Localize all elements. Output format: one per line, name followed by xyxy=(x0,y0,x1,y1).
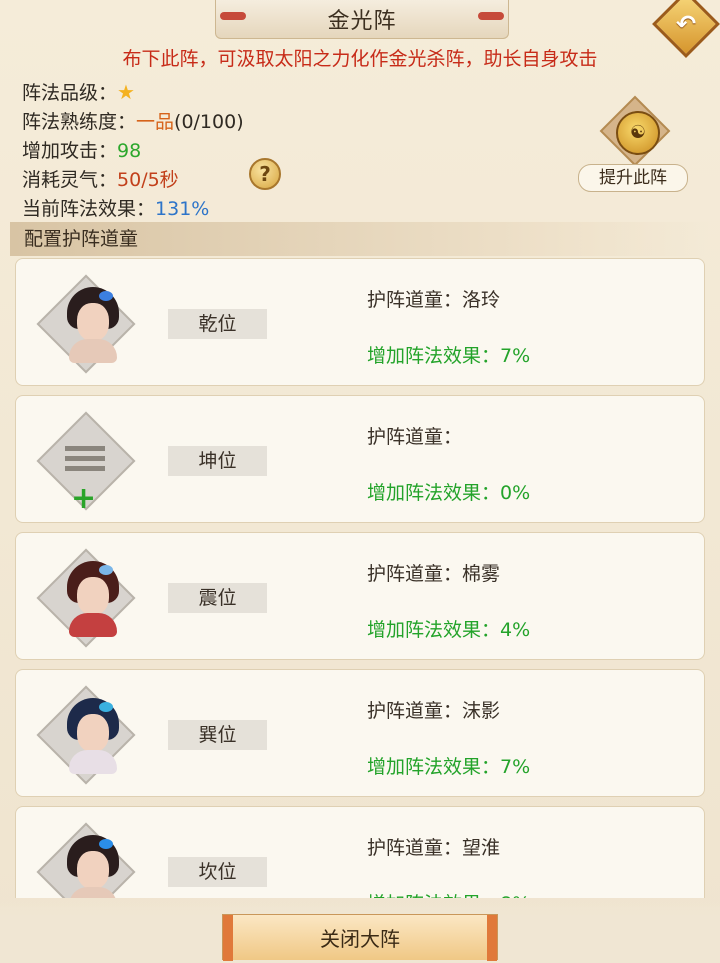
slot-card-kun[interactable]: + 坤位 护阵道童： 增加阵法效果：0% xyxy=(15,395,705,523)
guardian-effect: 增加阵法效果：0% xyxy=(367,482,531,504)
portrait-body xyxy=(69,339,117,363)
slot-card-xun[interactable]: 巽位 护阵道童：沫影 增加阵法效果：7% xyxy=(15,669,705,797)
cost-label: 消耗灵气： xyxy=(22,169,118,191)
upgrade-label: 提升此阵 xyxy=(578,164,688,192)
hair-ornament xyxy=(99,291,113,301)
guardian-portrait xyxy=(63,561,123,637)
grade-label: 阵法品级： xyxy=(22,82,118,104)
empty-slot-frame[interactable]: + xyxy=(36,411,136,514)
proficiency-value: (0/100) xyxy=(174,111,244,133)
attack-row: 增加攻击：98 xyxy=(22,137,244,166)
attack-value: 98 xyxy=(117,140,142,162)
slot-position: 坤位 xyxy=(168,446,267,476)
proficiency-row: 阵法熟练度：一品(0/100) xyxy=(22,108,244,137)
section-title: 配置护阵道童 xyxy=(10,222,710,256)
effect-label: 当前阵法效果： xyxy=(22,198,156,220)
attack-label: 增加攻击： xyxy=(22,140,118,162)
slot-card-zhen[interactable]: 震位 护阵道童：棉雾 增加阵法效果：4% xyxy=(15,532,705,660)
portrait-face xyxy=(77,714,109,752)
guardian-portrait xyxy=(63,287,123,363)
back-arrow-icon: ↶ xyxy=(675,9,697,38)
proficiency-rank: 一品 xyxy=(136,111,175,133)
portrait-body xyxy=(69,750,117,774)
hair-ornament xyxy=(99,565,113,575)
guardian-name: 护阵道童： xyxy=(367,426,463,448)
portrait-face xyxy=(77,303,109,341)
title-bar: 金光阵 xyxy=(215,0,509,39)
portrait-frame[interactable] xyxy=(36,685,136,785)
guardian-name: 护阵道童：洛玲 xyxy=(367,289,501,311)
hair-ornament xyxy=(99,702,113,712)
portrait-frame[interactable] xyxy=(36,548,136,648)
taiji-icon: ☯ xyxy=(616,111,660,155)
cost-value: 50/5秒 xyxy=(117,169,179,191)
guardian-name: 护阵道童：望淮 xyxy=(367,837,501,859)
guardian-slot-list[interactable]: 乾位 护阵道童：洛玲 增加阵法效果：7% + 坤位 护阵道童： 增加阵法效果：0… xyxy=(15,258,707,898)
portrait-frame[interactable] xyxy=(36,822,136,898)
portrait-face xyxy=(77,577,109,615)
portrait-body xyxy=(69,613,117,637)
formation-info: 阵法品级：★ 阵法熟练度：一品(0/100) 增加攻击：98 消耗灵气：50/5… xyxy=(22,78,244,224)
cost-row: 消耗灵气：50/5秒 xyxy=(22,166,244,195)
guardian-name: 护阵道童：沫影 xyxy=(367,700,501,722)
slot-position: 巽位 xyxy=(168,720,267,750)
guardian-effect: 增加阵法效果：4% xyxy=(367,619,531,641)
slot-card-kan[interactable]: 坎位 护阵道童：望淮 增加阵法效果：8% xyxy=(15,806,705,898)
slot-card-qian[interactable]: 乾位 护阵道童：洛玲 增加阵法效果：7% xyxy=(15,258,705,386)
hair-ornament xyxy=(99,839,113,849)
formation-panel: 金光阵 ↶ 布下此阵，可汲取太阳之力化作金光杀阵，助长自身攻击 阵法品级：★ 阵… xyxy=(0,0,720,961)
help-icon[interactable]: ? xyxy=(249,158,281,190)
upgrade-formation-button[interactable]: ☯ 提升此阵 xyxy=(578,95,688,194)
page-title: 金光阵 xyxy=(327,9,397,34)
proficiency-label: 阵法熟练度： xyxy=(22,111,137,133)
portrait-body xyxy=(69,887,117,898)
formation-description: 布下此阵，可汲取太阳之力化作金光杀阵，助长自身攻击 xyxy=(122,48,598,70)
effect-row: 当前阵法效果：131% xyxy=(22,195,244,224)
slot-position: 乾位 xyxy=(168,309,267,339)
star-icon: ★ xyxy=(117,80,135,104)
effect-value: 131% xyxy=(155,198,210,220)
guardian-effect: 增加阵法效果：7% xyxy=(367,756,531,778)
grade-row: 阵法品级：★ xyxy=(22,78,244,108)
guardian-portrait xyxy=(63,835,123,898)
guardian-name: 护阵道童：棉雾 xyxy=(367,563,501,585)
guardian-portrait xyxy=(63,698,123,774)
trigram-icon xyxy=(65,446,105,476)
portrait-frame[interactable] xyxy=(36,274,136,374)
slot-position: 坎位 xyxy=(168,857,267,887)
portrait-face xyxy=(77,851,109,889)
add-guardian-icon[interactable]: + xyxy=(71,484,96,514)
slot-position: 震位 xyxy=(168,583,267,613)
guardian-effect: 增加阵法效果：7% xyxy=(367,345,531,367)
guardian-effect: 增加阵法效果：8% xyxy=(367,889,530,898)
close-formation-button[interactable]: 关闭大阵 xyxy=(222,914,498,961)
